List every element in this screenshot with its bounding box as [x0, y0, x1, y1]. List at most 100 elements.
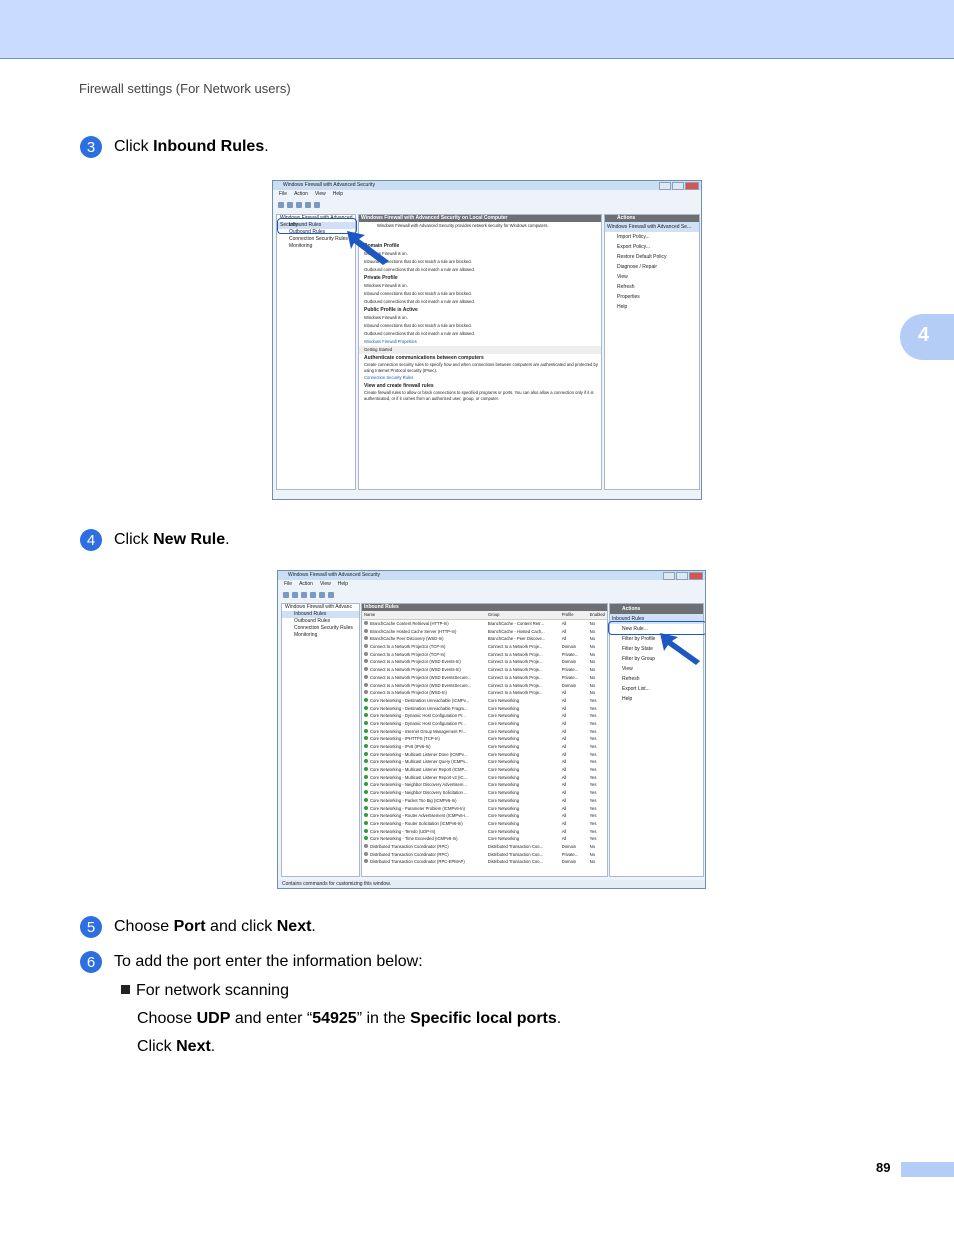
table-row[interactable]: Core Networking - Multicast Listener Don… — [362, 750, 607, 758]
table-row[interactable]: Core Networking - Multicast Listener Rep… — [362, 773, 607, 781]
table-row[interactable]: Core Networking - Dynamic Host Configura… — [362, 712, 607, 720]
table-row[interactable]: Core Networking - Multicast Listener Rep… — [362, 766, 607, 774]
back-icon — [283, 592, 289, 598]
table-cell: No — [589, 682, 595, 688]
rule-status-icon — [364, 667, 368, 672]
bullet-instruction-2: Click Next. — [137, 1038, 216, 1055]
rule-status-icon — [364, 644, 368, 649]
table-cell: Domain — [561, 859, 577, 865]
rule-status-icon — [364, 690, 368, 695]
table-cell: Connect to a Network Projector (WSD Even… — [370, 667, 461, 673]
help-icon — [319, 592, 325, 598]
step-text: Click New Rule. — [114, 531, 230, 548]
table-row[interactable]: Core Networking - Destination Unreachabl… — [362, 704, 607, 712]
table-cell: All — [561, 820, 567, 826]
table-row[interactable]: Core Networking - Teredo (UDP-In) Core Ne… — [362, 827, 607, 835]
table-row[interactable]: Distributed Transaction Coordinator (RPC… — [362, 858, 607, 866]
table-row[interactable]: Distributed Transaction Coordinator (RPC… — [362, 850, 607, 858]
rules-list-pane: Inbound Rules Name Group Profile Enabled… — [361, 603, 608, 877]
table-row[interactable]: BranchCache Hosted Cache Server (HTTP-In… — [362, 627, 607, 635]
table-row[interactable]: Connect to a Network Projector (TCP-In) C… — [362, 650, 607, 658]
table-cell: All — [561, 713, 567, 719]
table-cell: All — [561, 705, 567, 711]
table-cell: Distributed Transaction Coordinator (RPC… — [370, 843, 449, 849]
table-cell: Core Networking - Destination Unreachabl… — [370, 697, 470, 703]
table-cell: No — [589, 674, 595, 680]
table-cell: All — [561, 736, 567, 742]
table-cell: Connect to a Network Proje... — [487, 644, 543, 650]
table-cell: Yes — [589, 790, 597, 796]
table-cell: Core Networking - IPHTTPS (TCP-In) — [370, 736, 440, 742]
table-cell: Private... — [561, 667, 579, 673]
table-row[interactable]: BranchCache Content Retrieval (HTTP-In) B… — [362, 619, 607, 627]
table-cell: Distributed Transaction Coo... — [487, 843, 544, 849]
menu-bar: File Action View Help — [279, 191, 344, 197]
table-row[interactable]: Core Networking - Time Exceeded (ICMPv6-… — [362, 835, 607, 843]
table-cell: Yes — [589, 728, 597, 734]
table-cell: Yes — [589, 836, 597, 842]
table-cell: Domain — [561, 644, 577, 650]
table-cell: Yes — [589, 713, 597, 719]
table-cell: Distributed Transaction Coo... — [487, 851, 544, 857]
table-row[interactable]: Core Networking - Neighbor Discovery Sol… — [362, 789, 607, 797]
table-cell: Distributed Transaction Coordinator (RPC… — [370, 851, 449, 857]
rules-table: Name Group Profile Enabled BranchCache C… — [362, 611, 607, 866]
table-cell: Private... — [561, 651, 579, 657]
maximize-icon — [672, 182, 684, 190]
rule-status-icon — [364, 751, 368, 756]
bullet-item: For network scanning — [121, 982, 289, 1000]
table-cell: Core Networking - Router Advertisement (… — [370, 813, 469, 819]
table-cell: Distributed Transaction Coo... — [487, 859, 544, 865]
table-row[interactable]: Core Networking - IPv6 (IPv6-In) Core Net… — [362, 743, 607, 751]
table-row[interactable]: Connect to a Network Projector (WSD Even… — [362, 681, 607, 689]
table-row[interactable]: Core Networking - Dynamic Host Configura… — [362, 720, 607, 728]
bullet-instruction-1: Choose UDP and enter “54925” in the Spec… — [137, 1010, 562, 1027]
table-cell: Domain — [561, 659, 577, 665]
table-cell: Core Networking — [487, 820, 520, 826]
table-row[interactable]: Connect to a Network Projector (TCP-In) C… — [362, 643, 607, 651]
table-row[interactable]: Core Networking - IPHTTPS (TCP-In) Core N… — [362, 735, 607, 743]
table-row[interactable]: Core Networking - Destination Unreachabl… — [362, 697, 607, 705]
table-cell: Core Networking - Multicast Listener Que… — [370, 759, 469, 765]
table-cell: Core Networking - Destination Unreachabl… — [370, 705, 468, 711]
table-row[interactable]: Core Networking - Parameter Problem (ICM… — [362, 804, 607, 812]
rule-status-icon — [364, 713, 368, 718]
table-cell: Core Networking — [487, 751, 520, 757]
table-row[interactable]: Connect to a Network Projector (WSD Even… — [362, 658, 607, 666]
table-cell: Yes — [589, 797, 597, 803]
table-row[interactable]: Distributed Transaction Coordinator (RPC… — [362, 843, 607, 851]
table-row[interactable]: Core Networking - Router Solicitation (I… — [362, 820, 607, 828]
table-cell: BranchCache - Content Retr... — [487, 621, 544, 627]
rule-status-icon — [364, 836, 368, 841]
table-cell: Core Networking — [487, 767, 520, 773]
table-cell: Core Networking — [487, 828, 520, 834]
table-cell: BranchCache - Peer Discove... — [487, 636, 546, 642]
table-cell: Core Networking — [487, 736, 520, 742]
table-row[interactable]: Core Networking - Multicast Listener Que… — [362, 758, 607, 766]
table-row[interactable]: Core Networking - Packet Too Big (ICMPv6… — [362, 797, 607, 805]
table-cell: Connect to a Network Projector (WSD Even… — [370, 682, 472, 688]
table-cell: Core Networking — [487, 728, 520, 734]
table-cell: Core Networking - Internet Group Managem… — [370, 728, 467, 734]
table-cell: Domain — [561, 843, 577, 849]
pointer-arrow-icon — [660, 633, 700, 665]
table-cell: Core Networking - Router Solicitation (I… — [370, 820, 463, 826]
table-row[interactable]: Connect to a Network Projector (WSD-In) C… — [362, 689, 607, 697]
table-cell: All — [561, 621, 567, 627]
page-number-bar — [901, 1162, 954, 1177]
table-row[interactable]: Connect to a Network Projector (WSD Even… — [362, 674, 607, 682]
rule-status-icon — [364, 851, 368, 856]
forward-icon — [287, 202, 293, 208]
table-row[interactable]: BranchCache Peer Discovery (WSD-In) Branc… — [362, 635, 607, 643]
table-cell: All — [561, 836, 567, 842]
table-cell: Connect to a Network Proje... — [487, 651, 543, 657]
table-row[interactable]: Connect to a Network Projector (WSD Even… — [362, 666, 607, 674]
table-row[interactable]: Core Networking - Neighbor Discovery Adv… — [362, 781, 607, 789]
table-cell: All — [561, 751, 567, 757]
table-cell: Core Networking - Neighbor Discovery Sol… — [370, 790, 468, 796]
table-row[interactable]: Core Networking - Router Advertisement (… — [362, 812, 607, 820]
rule-status-icon — [364, 636, 368, 641]
table-row[interactable]: Core Networking - Internet Group Managem… — [362, 727, 607, 735]
rule-status-icon — [364, 744, 368, 749]
table-cell: Connect to a Network Proje... — [487, 667, 543, 673]
